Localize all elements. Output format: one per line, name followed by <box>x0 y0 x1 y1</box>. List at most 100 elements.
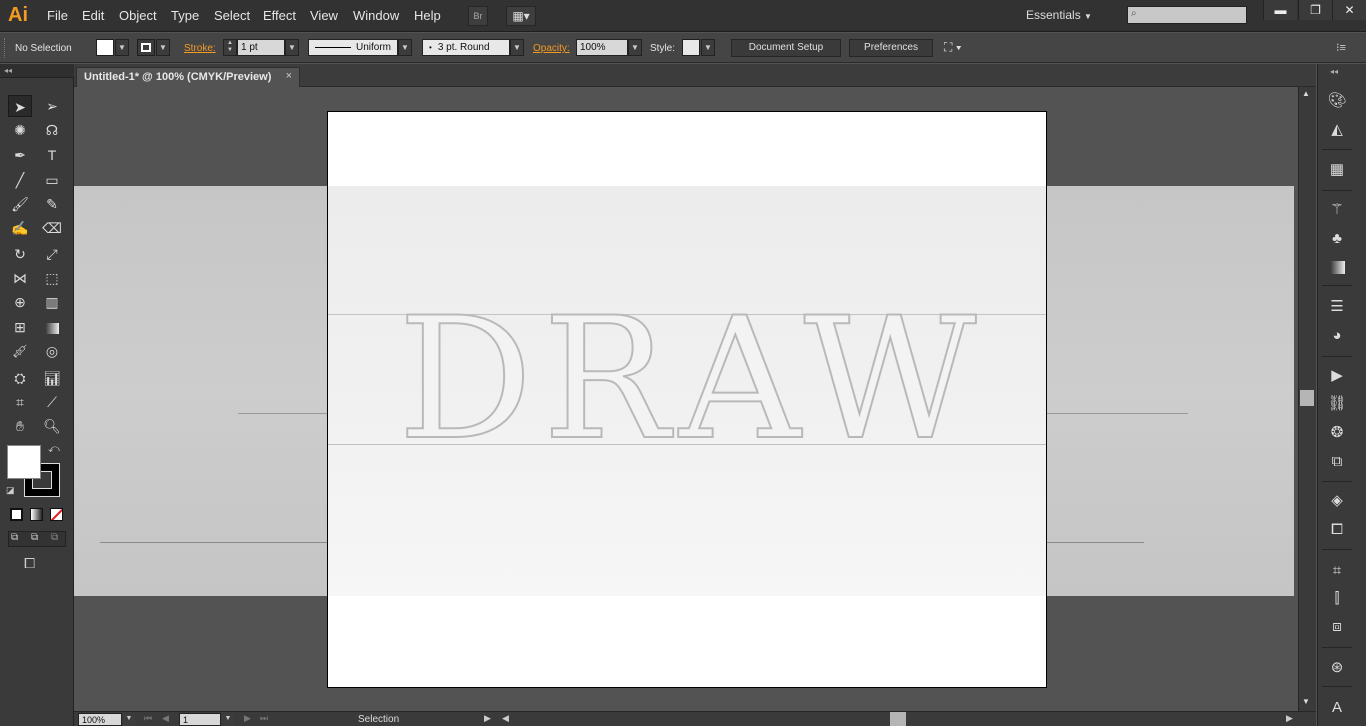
pencil-tool[interactable]: ✎ <box>40 193 64 215</box>
direct-selection-tool[interactable]: ➢ <box>40 95 64 117</box>
tools-panel-header[interactable]: ◂◂ <box>0 64 74 78</box>
stroke-weight-field[interactable]: 1 pt <box>237 39 285 56</box>
document-setup-button[interactable]: Document Setup <box>731 39 841 57</box>
opacity-field[interactable]: 100% <box>576 39 628 56</box>
artboard-number-field[interactable]: 1 <box>179 713 221 726</box>
magic-wand-tool[interactable]: ✺ <box>8 119 32 141</box>
symbols-panel-button[interactable]: ♣ <box>1324 228 1350 250</box>
fill-color-box[interactable] <box>7 445 41 479</box>
column-graph-tool[interactable]: 📊︎ <box>40 367 64 389</box>
screen-mode-button[interactable]: ⧠ <box>24 555 35 572</box>
gradient-mode-button[interactable] <box>30 508 43 521</box>
first-artboard-button[interactable]: ⏮ <box>144 713 152 724</box>
perspective-grid-tool[interactable]: ▥ <box>40 291 64 313</box>
previous-artboard-button[interactable]: ◀ <box>162 713 169 724</box>
tab-close-icon[interactable]: × <box>286 70 292 82</box>
artboard-tool[interactable]: ⌗ <box>8 391 32 413</box>
align-panel-button[interactable]: ⫿ <box>1324 588 1350 610</box>
last-artboard-button[interactable]: ⏭ <box>260 713 268 724</box>
line-tool[interactable]: ╱ <box>8 169 32 191</box>
color-guide-panel-button[interactable]: ◭ <box>1324 119 1350 141</box>
fill-swatch[interactable] <box>96 39 114 56</box>
opacity-dropdown[interactable]: ▼ <box>628 39 642 56</box>
zoom-level-field[interactable]: 100% <box>78 713 122 726</box>
transparency-panel-button[interactable]: ◕ <box>1324 325 1350 347</box>
minimize-button[interactable]: ▬ <box>1263 0 1297 20</box>
none-mode-button[interactable] <box>50 508 63 521</box>
graphic-styles-panel-button[interactable]: ⧉ <box>1324 451 1350 473</box>
style-dropdown[interactable]: ▼ <box>701 39 715 56</box>
blend-tool[interactable]: ◎ <box>40 340 64 362</box>
menu-type[interactable]: Type <box>171 8 199 23</box>
canvas-area[interactable]: DRAW <box>74 87 1298 711</box>
artboards-panel-button[interactable]: ⧠ <box>1324 519 1350 541</box>
opacity-label[interactable]: Opacity: <box>533 43 570 54</box>
color-panel-button[interactable]: 🎨︎ <box>1324 90 1350 112</box>
type-tool[interactable]: T <box>40 144 64 166</box>
arrange-button[interactable]: ⛶ ▾ <box>944 40 974 56</box>
close-button[interactable]: ✕ <box>1332 0 1366 20</box>
zoom-tool[interactable]: 🔍︎ <box>40 415 64 437</box>
draw-behind-button[interactable]: ⧉ <box>31 532 38 543</box>
eraser-tool[interactable]: ⌫ <box>40 217 64 239</box>
menu-help[interactable]: Help <box>414 8 441 23</box>
lasso-tool[interactable]: ☊ <box>40 119 64 141</box>
next-artboard-button[interactable]: ▶ <box>244 713 251 724</box>
workspace-switcher[interactable]: Essentials ▼ <box>1026 8 1092 22</box>
horizontal-scroll-thumb[interactable] <box>890 712 906 726</box>
profile-dropdown[interactable]: ▼ <box>398 39 412 56</box>
stroke-panel-button[interactable]: ☰ <box>1324 296 1350 318</box>
scale-tool[interactable]: ⤢ <box>40 243 64 265</box>
vertical-scroll-thumb[interactable] <box>1300 390 1314 406</box>
rectangle-tool[interactable]: ▭ <box>40 169 64 191</box>
restore-button[interactable]: ❐ <box>1298 0 1332 20</box>
menu-window[interactable]: Window <box>353 8 399 23</box>
links-panel-button[interactable]: ⛓ <box>1324 393 1350 415</box>
blob-brush-tool[interactable]: ✍ <box>8 217 32 239</box>
document-tab[interactable]: Untitled-1* @ 100% (CMYK/Preview) × <box>76 67 300 87</box>
appearance-panel-button[interactable]: ❂ <box>1324 422 1350 444</box>
pathfinder-panel-button[interactable]: ⧈ <box>1324 616 1350 638</box>
color-mode-button[interactable] <box>10 508 23 521</box>
draw-normal-button[interactable]: ⧉ <box>11 532 18 543</box>
shape-builder-tool[interactable]: ⊕ <box>8 291 32 313</box>
menu-object[interactable]: Object <box>119 8 157 23</box>
transform-panel-button[interactable]: ⌗ <box>1324 560 1350 582</box>
stroke-weight-dropdown[interactable]: ▼ <box>285 39 299 56</box>
graphic-style-swatch[interactable] <box>682 39 700 56</box>
navigator-panel-button[interactable]: ⊛ <box>1324 657 1350 679</box>
zoom-dropdown[interactable]: ▼ <box>123 713 135 726</box>
panel-menu-button[interactable]: ⁝≡ <box>1336 41 1346 54</box>
brushes-panel-button[interactable]: ⚚ <box>1324 199 1350 221</box>
arrange-documents-button[interactable]: ▦▾ <box>506 6 536 26</box>
menu-file[interactable]: File <box>47 8 68 23</box>
menu-effect[interactable]: Effect <box>263 8 296 23</box>
scroll-right-button[interactable]: ▶ <box>1286 713 1293 724</box>
hand-tool[interactable]: ✋︎ <box>8 415 32 437</box>
menu-select[interactable]: Select <box>214 8 250 23</box>
scroll-down-button[interactable]: ▼ <box>1302 697 1310 706</box>
brush-dropdown[interactable]: ▼ <box>510 39 524 56</box>
width-tool[interactable]: ⋈ <box>8 267 32 289</box>
artboard-dropdown[interactable]: ▼ <box>222 713 234 726</box>
mesh-tool[interactable]: ⊞ <box>8 316 32 338</box>
bridge-button[interactable]: Br <box>468 6 488 26</box>
brush-definition[interactable]: • 3 pt. Round <box>422 39 510 56</box>
menu-edit[interactable]: Edit <box>82 8 104 23</box>
stroke-dropdown[interactable]: ▼ <box>156 39 170 56</box>
swap-fill-stroke-button[interactable]: ⤺ <box>48 443 60 456</box>
stroke-label[interactable]: Stroke: <box>184 43 216 54</box>
fill-dropdown[interactable]: ▼ <box>115 39 129 56</box>
actions-panel-button[interactable]: ▶ <box>1324 365 1350 387</box>
status-menu-button[interactable]: ▶ <box>484 713 491 724</box>
menu-view[interactable]: View <box>310 8 338 23</box>
draw-inside-button[interactable]: ⧉ <box>51 532 58 543</box>
free-transform-tool[interactable]: ⬚ <box>40 267 64 289</box>
stroke-weight-stepper[interactable]: ▲ ▼ <box>223 39 237 56</box>
preferences-button[interactable]: Preferences <box>849 39 933 57</box>
dock-expand-button[interactable]: ◂◂ <box>1330 67 1338 76</box>
scroll-up-button[interactable]: ▲ <box>1302 89 1310 98</box>
gradient-panel-button[interactable] <box>1324 256 1350 278</box>
rotate-tool[interactable]: ↻ <box>8 243 32 265</box>
artboard[interactable]: DRAW <box>327 111 1047 688</box>
